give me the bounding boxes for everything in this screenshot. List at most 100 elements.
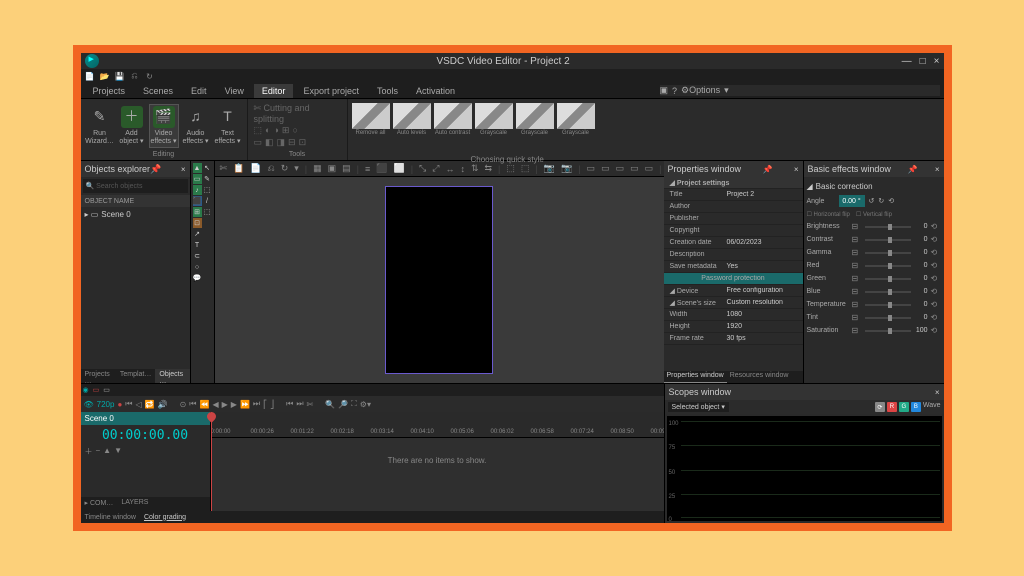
add-button[interactable]: ＋Addobject ▾: [117, 104, 147, 148]
property-row[interactable]: ◢ Project settings: [664, 177, 803, 189]
menu-view[interactable]: View: [217, 84, 252, 98]
help-button[interactable]: ?: [672, 86, 677, 96]
canvas-tool-icon[interactable]: ⎌: [265, 163, 276, 174]
left-tab[interactable]: Objects …: [155, 369, 189, 383]
style-thumb[interactable]: Auto contrast: [434, 103, 472, 136]
timeline-tab-icon[interactable]: ▭: [103, 386, 110, 394]
vertical-flip-checkbox[interactable]: ☐ Vertical flip: [856, 211, 892, 218]
property-row[interactable]: Save metadataYes: [664, 261, 803, 273]
left-tab[interactable]: Projects …: [81, 369, 116, 383]
rewind-icon[interactable]: ⏪: [200, 400, 210, 409]
temperature-slider[interactable]: Temperature⊟0⟲: [807, 298, 941, 311]
zoom-in-icon[interactable]: 🔍: [325, 400, 335, 409]
style-thumb[interactable]: Grayscale: [516, 103, 554, 136]
tool-icon[interactable]: ⊂: [193, 251, 202, 261]
tool-icon[interactable]: ♪: [193, 185, 202, 195]
tool-icon[interactable]: ⬚: [203, 207, 212, 217]
menu-export-project[interactable]: Export project: [295, 84, 367, 98]
prev-frame-icon[interactable]: ◁: [136, 400, 142, 409]
canvas-tool-icon[interactable]: ▭: [643, 163, 656, 174]
close-panel-icon[interactable]: ×: [935, 388, 940, 397]
resolution-selector[interactable]: 720p: [97, 400, 115, 409]
remove-layer-icon[interactable]: −: [96, 446, 101, 457]
compositing-tab[interactable]: ▸ COM…: [81, 497, 118, 511]
playhead[interactable]: [211, 412, 212, 511]
tool-icon[interactable]: ⊞: [193, 207, 202, 217]
canvas-tool-icon[interactable]: ⬚: [519, 163, 532, 174]
canvas-tool-icon[interactable]: ⇅: [469, 163, 481, 174]
scope-r-button[interactable]: R: [887, 402, 897, 412]
canvas-tool-icon[interactable]: 📄: [248, 163, 263, 174]
property-row[interactable]: ◢ DeviceFree configuration: [664, 285, 803, 297]
scene-tree-item[interactable]: ▸ ▭Scene 0: [85, 209, 186, 220]
canvas-tool-icon[interactable]: ▦: [311, 163, 324, 174]
property-row[interactable]: Description: [664, 249, 803, 261]
contrast-slider[interactable]: Contrast⊟0⟲: [807, 233, 941, 246]
reset-angle-icon[interactable]: ⟲: [888, 197, 894, 205]
video-preview[interactable]: [385, 186, 493, 374]
property-row[interactable]: TitleProject 2: [664, 189, 803, 201]
preview-toggle-icon[interactable]: 👁: [84, 400, 94, 409]
property-row[interactable]: Publisher: [664, 213, 803, 225]
options-button[interactable]: ⚙Options: [681, 85, 720, 96]
prev-icon[interactable]: ◀: [212, 400, 218, 409]
close-panel-icon[interactable]: ×: [794, 165, 799, 174]
canvas-tool-icon[interactable]: ↔: [443, 164, 456, 174]
maximize-button[interactable]: □: [920, 56, 926, 67]
tint-slider[interactable]: Tint⊟0⟲: [807, 311, 941, 324]
tool-icon[interactable]: ⊞: [282, 125, 290, 136]
canvas-tool-icon[interactable]: ↻: [279, 163, 291, 174]
timeline-window-tab[interactable]: Timeline window: [85, 514, 136, 521]
tool-icon[interactable]: [203, 229, 212, 239]
pin-icon[interactable]: 📌: [908, 165, 918, 174]
property-row[interactable]: Author: [664, 201, 803, 213]
property-row[interactable]: Width1080: [664, 309, 803, 321]
loop-icon[interactable]: 🔁: [145, 400, 155, 409]
close-panel-icon[interactable]: ×: [935, 165, 940, 174]
canvas-tool-icon[interactable]: ↕: [458, 164, 467, 174]
canvas-tool-icon[interactable]: ⤢: [430, 163, 441, 174]
tool-icon[interactable]: [203, 273, 212, 283]
timeline-tab-icon[interactable]: ◉: [83, 386, 89, 394]
tool-icon[interactable]: ⬚: [254, 125, 263, 136]
cutting-splitting-button[interactable]: ✄ Cutting and splitting: [254, 103, 341, 124]
menu-editor[interactable]: Editor: [254, 84, 294, 98]
menu-activation[interactable]: Activation: [408, 84, 463, 98]
collapse-ribbon-icon[interactable]: ▾: [724, 85, 729, 96]
menu-scenes[interactable]: Scenes: [135, 84, 181, 98]
text-button[interactable]: TTexteffects ▾: [213, 104, 243, 148]
tool-icon[interactable]: /: [203, 196, 212, 206]
step-back-icon[interactable]: ⏮: [125, 399, 132, 409]
audio-button[interactable]: ♫Audioeffects ▾: [181, 104, 211, 148]
basic-correction-header[interactable]: ◢ Basic correction: [807, 180, 941, 193]
split-icon[interactable]: ✄: [307, 400, 314, 409]
menu-edit[interactable]: Edit: [183, 84, 215, 98]
scope-g-button[interactable]: G: [899, 402, 909, 412]
tool-icon[interactable]: 💬: [193, 273, 202, 283]
tool-icon[interactable]: ⬚: [203, 185, 212, 195]
property-row[interactable]: Creation date06/02/2023: [664, 237, 803, 249]
canvas-tool-icon[interactable]: ▤: [340, 163, 353, 174]
panel-toggle-icon[interactable]: ▣: [660, 85, 669, 96]
property-row[interactable]: Password protection: [664, 273, 803, 285]
tool-icon[interactable]: ✎: [203, 174, 212, 184]
tool-icon[interactable]: [203, 262, 212, 272]
tool-icon[interactable]: ○: [292, 125, 297, 136]
qat-redo-icon[interactable]: ↻: [145, 71, 155, 81]
tool-icon[interactable]: T: [193, 240, 202, 250]
tool-icon[interactable]: ◨: [277, 137, 286, 148]
cue-icon[interactable]: ⊙: [180, 400, 187, 409]
tool-icon[interactable]: [203, 240, 212, 250]
qat-open-icon[interactable]: 📂: [100, 71, 110, 81]
canvas-tool-icon[interactable]: 📋: [231, 163, 246, 174]
go-end-icon[interactable]: ⏭: [253, 399, 260, 409]
add-layer-icon[interactable]: ＋: [85, 446, 93, 457]
timeline-tab-icon[interactable]: ▭: [93, 386, 100, 394]
tool-icon[interactable]: ⊡: [193, 218, 202, 228]
property-row[interactable]: Copyright: [664, 225, 803, 237]
menu-projects[interactable]: Projects: [85, 84, 134, 98]
timeline-ruler[interactable]: 0:00:0000:00:2600:01:2200:02:1800:03:140…: [211, 412, 664, 438]
tool-icon[interactable]: ↗: [193, 229, 202, 239]
qat-new-icon[interactable]: 📄: [85, 71, 95, 81]
rotate-ccw-icon[interactable]: ↺: [869, 197, 875, 205]
